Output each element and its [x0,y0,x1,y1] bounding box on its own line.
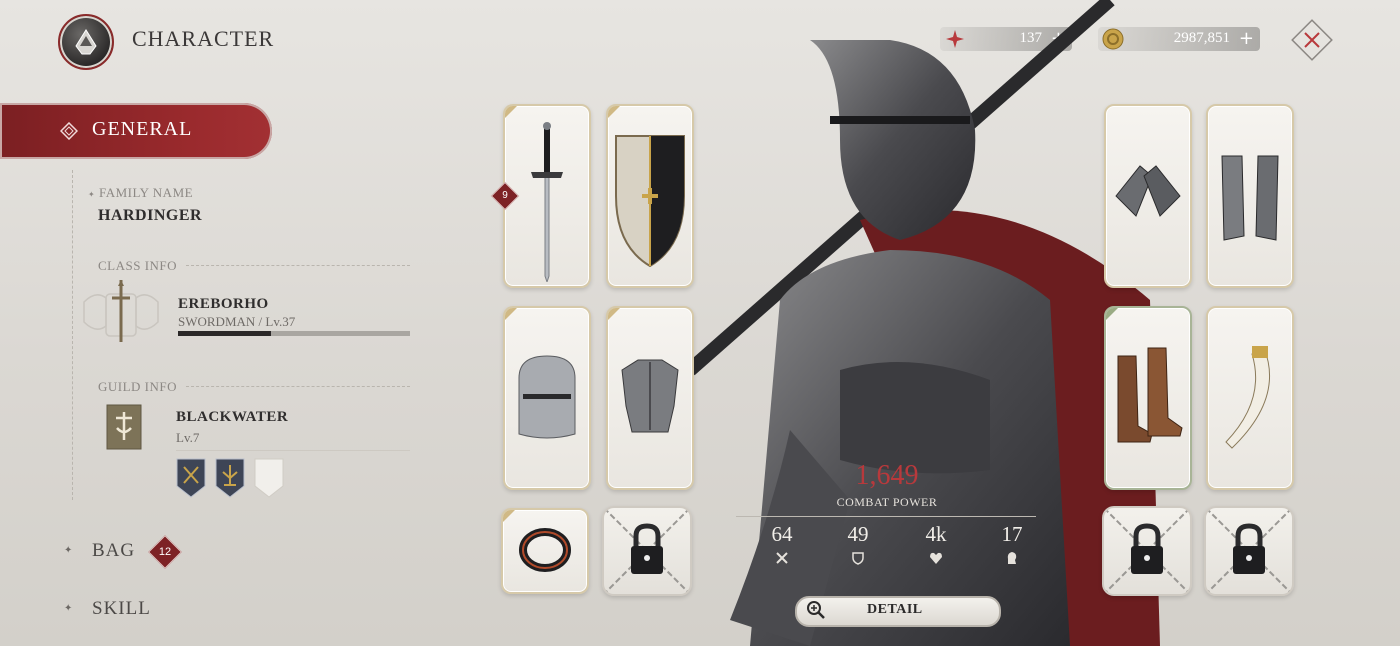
add-gold-button[interactable]: + [1239,28,1254,49]
slot-chest[interactable] [606,306,694,490]
heart-icon [930,552,942,564]
family-name-value: HARDINGER [98,207,203,224]
gauntlets-icon [1115,165,1181,217]
shield-icon [615,135,685,268]
sidebar-divider [72,170,74,500]
guild-badge-swords[interactable] [176,458,206,498]
menu-bullet: ✦ [64,545,73,556]
magnifier-icon [807,601,825,619]
combat-power-value: 1,649 [855,460,919,491]
guild-badge-empty[interactable] [254,458,284,498]
detail-button-label: DETAIL [867,602,923,617]
horn-icon [1225,346,1271,449]
greaves-icon [1221,155,1279,241]
stat-attack: 64 [752,522,812,569]
slot-locked-left[interactable] [602,506,692,596]
close-button[interactable] [1290,18,1334,62]
slot-helmet[interactable] [503,306,591,490]
tab-general[interactable]: GENERAL [0,103,272,159]
tab-general-label: GENERAL [92,118,193,140]
menu-item-bag[interactable]: BAG [92,540,135,562]
guild-name: BLACKWATER [176,409,289,425]
lock-icon [1206,508,1292,594]
stat-defense-value: 49 [847,522,869,546]
detail-button[interactable]: DETAIL [795,596,1001,627]
close-icon [1291,19,1333,61]
combat-power-label: COMBAT POWER [836,495,938,509]
class-detail: SWORDMAN / Lv.37 [178,314,296,329]
stat-defense: 49 [828,522,888,569]
class-name: EREBORHO [178,296,269,312]
stat-attack-value: 64 [771,522,793,546]
lock-icon [1104,508,1190,594]
gold-value: 2987,851 [1173,30,1230,46]
class-exp-bar [178,331,410,336]
class-exp-fill [178,331,271,336]
slot-greaves[interactable] [1206,104,1294,288]
menu-bullet: ✦ [64,603,73,614]
page-title: CHARACTER [132,26,275,51]
stat-health-value: 4k [925,522,947,546]
guild-emblem-icon [106,404,142,450]
class-info-divider [186,265,410,266]
bag-count-badge: 12 [148,535,182,569]
slot-locked-right-2[interactable] [1204,506,1294,596]
class-info-label: CLASS INFO [98,258,178,273]
slot-locked-right-1[interactable] [1102,506,1192,596]
boots-icon [1117,347,1183,443]
crossed-swords-icon [776,552,788,564]
slot-gauntlets[interactable] [1104,104,1192,288]
character-emblem-icon [58,14,114,70]
slot-shield[interactable] [606,104,694,288]
ring-icon [519,528,571,572]
slot-boots[interactable] [1104,306,1192,490]
class-crest-icon [76,276,166,352]
family-name-label: ✦ FAMILY NAME [88,185,194,200]
stat-health: 4k [906,522,966,569]
shield-icon [852,552,864,565]
chest-armor-icon [621,359,679,433]
combat-stat-divider [736,516,1036,517]
menu-item-skill[interactable]: SKILL [92,598,151,620]
lock-icon [604,508,690,594]
guild-info-label: GUILD INFO [98,379,178,394]
stat-mind: 17 [982,522,1042,569]
diamond-icon [60,122,78,140]
stat-mind-value: 17 [1001,522,1023,546]
guild-divider [176,450,410,451]
slot-horn[interactable] [1206,306,1294,490]
guild-info-divider [186,386,410,387]
helmet-icon [518,355,576,439]
slot-ring[interactable] [501,508,589,594]
guild-badge-crown[interactable] [215,458,245,498]
head-icon [1007,552,1017,564]
guild-level: Lv.7 [176,430,200,445]
